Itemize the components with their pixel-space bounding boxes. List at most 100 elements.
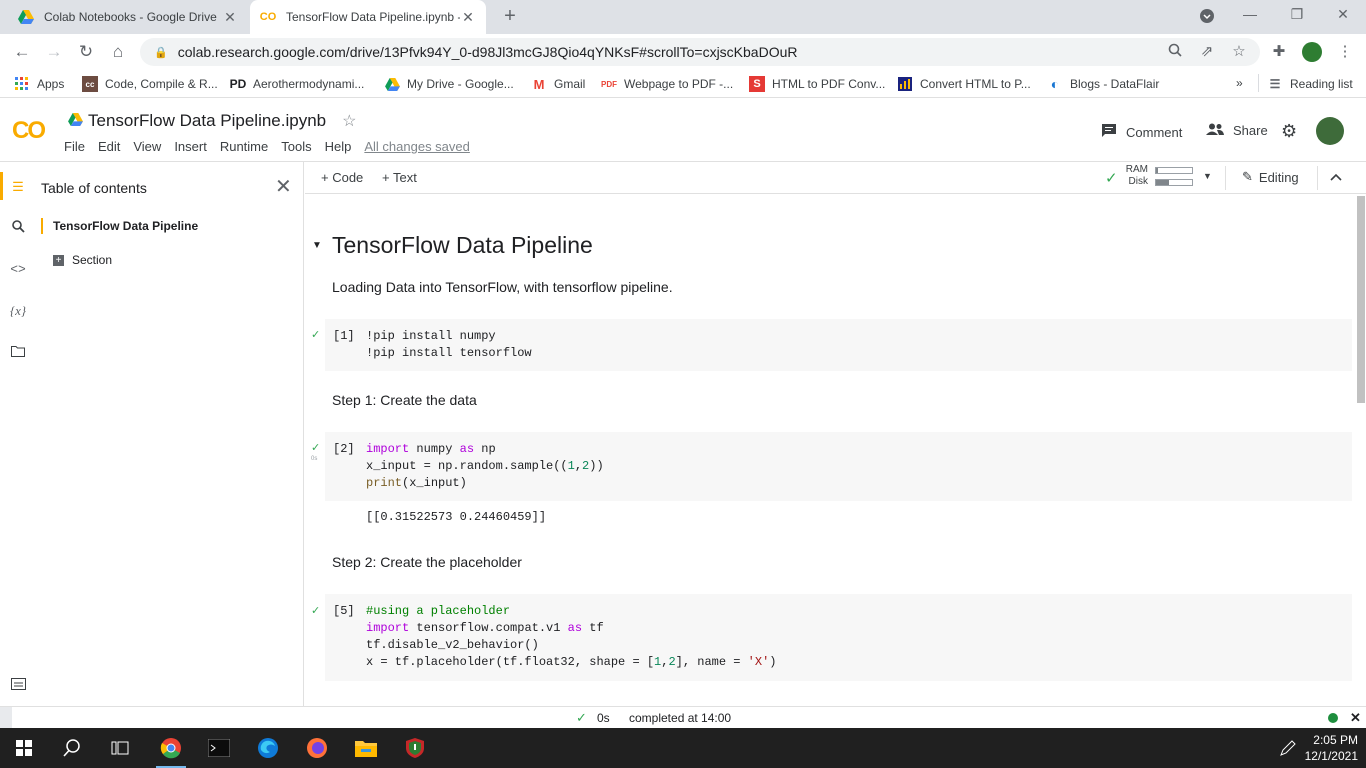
pen-workspace-icon[interactable] [1276,736,1300,760]
ram-meter-fill [1156,168,1158,173]
more-bookmarks-button[interactable]: » [1236,76,1243,90]
markdown-step-1: Step 1: Create the data [332,392,477,408]
profile-avatar[interactable] [1302,42,1322,62]
browser-tab-strip: Colab Notebooks - Google Drive ✕ CO Tens… [0,0,1366,34]
menu-insert[interactable]: Insert [174,139,207,154]
add-code-button[interactable]: + Code [321,170,363,185]
editing-mode-button[interactable]: ✎ Editing [1242,169,1299,185]
bookmark-aerothermodynamics[interactable]: PD Aerothermodynami... [230,76,365,92]
firefox-icon[interactable] [305,736,329,760]
menu-file[interactable]: File [64,139,85,154]
reading-list-button[interactable]: ☰ Reading list [1267,76,1353,92]
execution-count[interactable]: [1] [333,329,355,343]
forward-icon[interactable]: → [44,42,64,62]
toc-item-heading[interactable]: TensorFlow Data Pipeline [53,219,198,233]
code-cell-5[interactable]: [5] #using a placeholder import tensorfl… [325,594,1352,681]
bookmark-star-icon[interactable]: ☆ [1230,43,1248,61]
bookmark-webpage-to-pdf[interactable]: PDF Webpage to PDF -... [601,76,733,92]
address-bar[interactable]: 🔒 colab.research.google.com/drive/13Pfvk… [140,38,1260,66]
dataflair-icon: ◐ [1050,76,1060,92]
security-shield-icon[interactable] [403,736,427,760]
toc-title: Table of contents [41,180,147,196]
search-icon[interactable] [8,219,28,239]
terminal-icon[interactable] [8,676,28,696]
user-avatar[interactable] [1316,117,1344,145]
chrome-icon[interactable] [159,736,183,760]
clock-date: 12/1/2021 [1304,749,1358,763]
comment-button[interactable]: Comment [1101,123,1182,141]
resource-labels[interactable]: RAM Disk [1124,164,1148,188]
bookmark-apps[interactable]: Apps [14,76,64,92]
system-clock[interactable]: 2:05 PM 12/1/2021 [1300,732,1358,764]
expand-plus-icon[interactable]: + [53,254,64,266]
collapse-section-icon[interactable]: ▼ [312,240,322,251]
window-close-icon[interactable]: ✕ [1333,6,1353,26]
lock-icon: 🔒 [154,46,168,59]
file-explorer-icon[interactable] [354,736,378,760]
colab-logo[interactable]: CO [12,117,46,145]
notebook-heading: TensorFlow Data Pipeline [332,232,593,258]
settings-gear-icon[interactable]: ⚙ [1281,121,1297,142]
google-drive-icon [18,9,34,25]
bookmark-code-compile[interactable]: cc Code, Compile & R... [82,76,218,92]
restore-icon[interactable]: ❐ [1287,6,1307,26]
code-snippets-icon[interactable]: <> [8,260,28,280]
files-folder-icon[interactable] [8,343,28,363]
run-success-check-icon: ✓ [311,442,321,454]
execution-count[interactable]: [2] [333,442,355,456]
notebook-title[interactable]: TensorFlow Data Pipeline.ipynb [88,111,326,131]
bookmarks-bar: Apps cc Code, Compile & R... PD Aerother… [0,70,1366,98]
variables-icon[interactable]: {x} [8,301,28,321]
scrollbar-thumb[interactable] [1357,196,1365,403]
share-button[interactable]: Share [1206,123,1268,138]
menu-view[interactable]: View [133,139,161,154]
menu-edit[interactable]: Edit [98,139,120,154]
code-cell-1[interactable]: [1] !pip install numpy !pip install tens… [325,319,1352,371]
cc-icon: cc [82,76,98,92]
close-tab-icon[interactable]: ✕ [222,9,238,26]
bookmark-html-to-pdf[interactable]: S HTML to PDF Conv... [749,76,885,92]
clock-time: 2:05 PM [1313,733,1358,747]
browser-menu-icon[interactable]: ⋮ [1336,43,1354,61]
resources-dropdown-icon[interactable]: ▼ [1203,171,1212,181]
drive-icon [384,76,400,92]
add-text-button[interactable]: + Text [382,170,417,185]
reload-icon[interactable]: ↻ [76,42,96,62]
tab-tensorflow-notebook[interactable]: CO TensorFlow Data Pipeline.ipynb - ✕ [250,0,486,34]
tab-search-icon[interactable] [1197,8,1217,28]
code-cell-2[interactable]: [2] import numpy as np x_input = np.rand… [325,432,1352,501]
menu-tools[interactable]: Tools [281,139,311,154]
bookmark-gmail[interactable]: M Gmail [531,76,586,92]
bookmark-convert-html[interactable]: Convert HTML to P... [897,76,1031,92]
status-message[interactable]: completed at 14:00 [629,711,731,725]
terminal-app-icon[interactable] [207,736,231,760]
zoom-search-icon[interactable] [1166,43,1184,61]
execution-count[interactable]: [5] [333,604,355,618]
back-icon[interactable]: ← [12,42,32,62]
extensions-icon[interactable]: ✚ [1270,43,1288,61]
tab-colab-notebooks-drive[interactable]: Colab Notebooks - Google Drive ✕ [8,0,248,34]
task-view-icon[interactable] [108,736,132,760]
home-icon[interactable]: ⌂ [108,42,128,62]
edge-icon[interactable] [256,736,280,760]
pencil-icon: ✎ [1242,169,1253,184]
bookmark-dataflair[interactable]: ◐ Blogs - DataFlair [1047,76,1160,92]
taskbar-search-icon[interactable] [60,736,84,760]
menu-help[interactable]: Help [325,139,352,154]
close-tab-icon[interactable]: ✕ [460,9,476,26]
windows-taskbar: 2:05 PM 12/1/2021 [0,728,1366,768]
table-of-contents-icon[interactable]: ☰ [8,177,28,197]
share-page-icon[interactable]: ⇗ [1198,43,1216,61]
save-status-link[interactable]: All changes saved [364,139,470,154]
new-tab-button[interactable]: + [500,6,520,27]
star-icon[interactable]: ☆ [342,111,356,131]
minimize-icon[interactable]: — [1240,6,1260,26]
close-panel-icon[interactable]: ✕ [275,174,292,199]
toc-item-section[interactable]: + Section [53,253,112,267]
windows-start-icon[interactable] [12,736,36,760]
menu-runtime[interactable]: Runtime [220,139,268,154]
close-status-icon[interactable]: ✕ [1350,710,1361,726]
collapse-header-icon[interactable] [1330,169,1342,184]
divider [1258,74,1259,92]
bookmark-my-drive[interactable]: My Drive - Google... [384,76,514,92]
